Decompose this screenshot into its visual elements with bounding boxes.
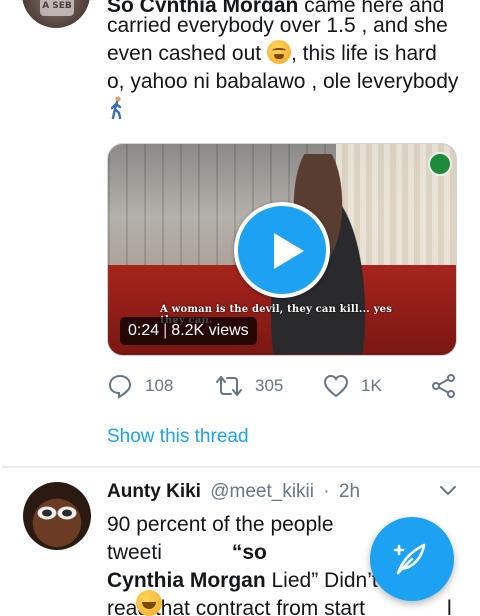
tweet-text-line: carried everybody over 1.5 , and she	[107, 14, 448, 37]
video-player[interactable]: A woman is the devil, they can kill... y…	[107, 143, 457, 356]
retweet-count: 305	[255, 376, 284, 395]
channel-logo-icon	[428, 152, 452, 176]
heart-icon	[323, 374, 349, 398]
tweet-text-line: o, yahoo ni babalawo , ole leverybody	[107, 70, 459, 93]
meta-separator: |	[163, 322, 168, 339]
retweet-button[interactable]: 305	[215, 372, 283, 400]
tweet-text-line: l	[446, 597, 452, 616]
chevron-down-icon[interactable]	[439, 485, 457, 497]
avatar[interactable]: A SEB	[22, 0, 90, 28]
like-count: 1K	[361, 376, 382, 395]
face-with-tears-of-joy-emoji	[136, 590, 162, 616]
video-meta: 0:24 | 8.2K views	[120, 317, 257, 345]
compose-feather-icon	[393, 543, 426, 575]
show-thread-link[interactable]: Show this thread	[107, 426, 249, 448]
tweet-header: Aunty Kiki @meet_kikii · 2h	[107, 481, 457, 507]
tweet-text-line: came here and	[298, 0, 445, 12]
video-duration: 0:24	[128, 322, 160, 339]
tired-face-emoji	[266, 40, 291, 64]
play-button[interactable]	[234, 202, 330, 298]
tweet-text-line: “so	[231, 541, 267, 564]
compose-tweet-button[interactable]	[370, 517, 454, 601]
person-walking-emoji	[110, 96, 122, 120]
reply-button[interactable]: 108	[107, 372, 173, 400]
tweet-text-line: , this life is hard	[290, 42, 437, 65]
like-button[interactable]: 1K	[323, 372, 382, 400]
avatar[interactable]	[23, 482, 91, 550]
display-name[interactable]: Aunty Kiki	[107, 481, 201, 502]
play-icon	[274, 233, 304, 269]
retweet-icon	[216, 376, 242, 396]
reply-count: 108	[145, 376, 174, 395]
sunglasses-graphic	[37, 506, 77, 520]
tweet-text-line: even cashed out	[107, 42, 267, 65]
mention-cynthia-morgan: So Cynthia Morgan	[107, 0, 299, 12]
video-views: 8.2K views	[171, 322, 249, 339]
tweet-text-line: Lied” Didn’t	[265, 569, 378, 592]
tweet-text-line: 90 percent of the people tweeti	[107, 513, 334, 564]
reply-icon	[108, 374, 132, 399]
tweet-actions: 108 305 1K	[107, 372, 457, 400]
share-icon	[432, 374, 455, 398]
separator-dot: ·	[323, 481, 330, 502]
tweet-time[interactable]: 2h	[339, 481, 360, 502]
tweet-divider	[2, 466, 480, 468]
avatar-shirt-graphic: A SEB	[40, 0, 74, 16]
user-handle[interactable]: @meet_kikii	[210, 481, 314, 502]
share-button[interactable]	[431, 372, 457, 400]
tweet-text: So Cynthia Morgan came here and carried …	[107, 0, 467, 124]
mention-cynthia-morgan: Cynthia Morgan	[107, 569, 266, 592]
